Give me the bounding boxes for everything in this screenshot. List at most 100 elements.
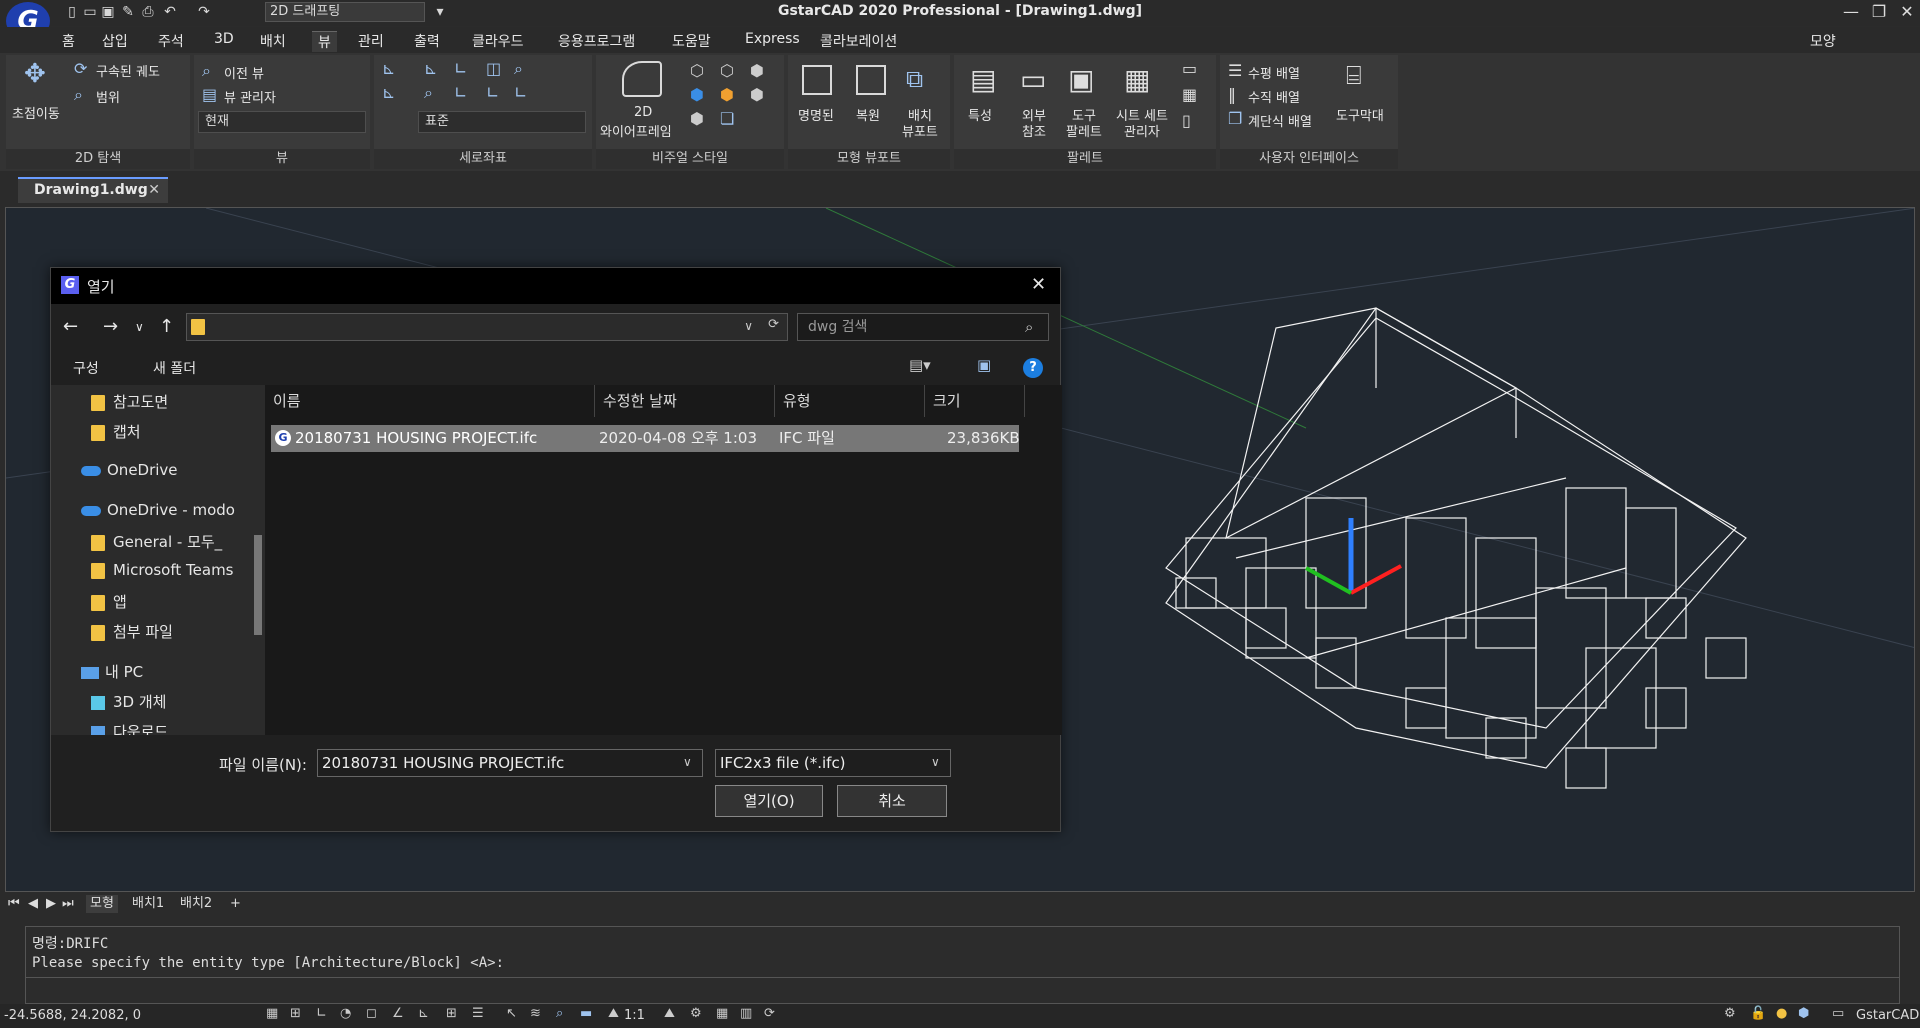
address-dropdown-icon[interactable]: ∨ (744, 319, 753, 333)
previous-view-label[interactable]: 이전 뷰 (224, 63, 264, 82)
nav-item-attachments[interactable]: 첨부 파일 (91, 621, 173, 647)
fullscreen-icon[interactable]: ▭ (1832, 1006, 1844, 1021)
cascade-icon[interactable]: ❐ (1228, 109, 1242, 128)
nav-item-onedrive-modo[interactable]: OneDrive - modo (81, 501, 235, 527)
search-icon[interactable]: ⌕ (1025, 318, 1033, 336)
osnap-icon[interactable]: ◻ (366, 1006, 377, 1021)
preview-pane-icon[interactable]: ▣ (977, 356, 991, 374)
new-folder-button[interactable]: 새 폴더 (153, 358, 196, 378)
nav-item-downloads[interactable]: 다운로드 (91, 721, 168, 735)
calculator-icon[interactable]: ▥ (740, 1006, 752, 1021)
snap-icon[interactable]: ⊞ (290, 1006, 301, 1021)
menu-help[interactable]: 도움말 (672, 31, 711, 51)
close-icon[interactable]: ✕ (1892, 0, 1920, 24)
last-tab-icon[interactable]: ⏭ (62, 895, 74, 913)
layout-viewport-icon[interactable]: ⧉ (906, 65, 923, 93)
column-size[interactable]: 크기 (925, 385, 1025, 417)
style-realistic-icon[interactable]: ⬡ (720, 61, 734, 80)
file-row[interactable]: G 20180731 HOUSING PROJECT.ifc 2020-04-0… (271, 425, 1020, 452)
help-icon[interactable]: ? (1023, 358, 1043, 378)
grid-icon[interactable]: ▦ (266, 1006, 278, 1021)
prev-tab-icon[interactable]: ◀ (28, 895, 38, 913)
nav-item-general[interactable]: General - 모두_ (91, 531, 222, 557)
pan-icon[interactable]: ✥ (24, 59, 46, 89)
ducs-icon[interactable]: ⊾ (418, 1006, 429, 1021)
wireframe-2d-icon[interactable] (622, 61, 662, 97)
add-layout-tab[interactable]: + (230, 895, 241, 913)
tile-horizontal-label[interactable]: 수평 배열 (1248, 63, 1300, 82)
ucs-view-icon[interactable]: ◫ (486, 59, 501, 78)
recent-dropdown-icon[interactable]: ∨ (135, 320, 144, 334)
forward-icon[interactable]: → (103, 316, 118, 337)
dialog-close-icon[interactable]: ✕ (1031, 274, 1046, 295)
workspace-icon[interactable]: ⚙ (690, 1006, 702, 1021)
tile-horizontal-icon[interactable]: ☰ (1228, 61, 1242, 80)
zoom-range-label[interactable]: 범위 (96, 87, 120, 106)
ucs-x-icon[interactable]: ∟ (454, 83, 467, 102)
tool-palette-label-2[interactable]: 팔레트 (1066, 121, 1102, 140)
next-tab-icon[interactable]: ▶ (46, 895, 56, 913)
close-tab-icon[interactable]: ✕ (148, 179, 160, 201)
style-conceptual-icon[interactable]: ⬢ (750, 61, 764, 80)
menu-annotate[interactable]: 주석 (158, 31, 184, 51)
ortho-icon[interactable]: ∟ (316, 1006, 327, 1021)
menu-home[interactable]: 홈 (62, 31, 75, 51)
menu-output[interactable]: 출력 (414, 31, 440, 51)
style-shaded-icon[interactable]: ⬢ (690, 85, 704, 104)
back-icon[interactable]: ← (63, 316, 78, 337)
menu-apps[interactable]: 응용프로그램 (558, 31, 635, 51)
menu-view[interactable]: 뷰 (312, 31, 337, 52)
menu-appearance[interactable]: 모양 (1810, 31, 1836, 51)
settings-icon[interactable]: ⚙ (1724, 1006, 1736, 1021)
address-bar[interactable]: ∨ ⟳ (186, 313, 788, 341)
ucs-face-icon[interactable]: ⊾ (382, 83, 395, 102)
up-folder-icon[interactable]: ↑ (159, 316, 174, 337)
pan-label[interactable]: 초점이동 (12, 103, 60, 122)
polar-icon[interactable]: ◔ (340, 1006, 351, 1021)
menu-insert[interactable]: 삽입 (102, 31, 128, 51)
refresh-icon[interactable]: ⟳ (764, 1006, 775, 1021)
tab-layout1[interactable]: 배치1 (132, 895, 164, 913)
style-hidden-icon[interactable]: ⬡ (690, 61, 704, 80)
named-viewports-label[interactable]: 명명된 (798, 105, 834, 124)
cancel-button[interactable]: 취소 (837, 785, 947, 817)
nav-item-teams[interactable]: Microsoft Teams (91, 561, 234, 587)
annotation-icon[interactable]: ⛰ (608, 1006, 619, 1021)
search-input[interactable]: dwg 검색 (797, 313, 1049, 341)
ucs-origin-icon[interactable]: ∟ (454, 59, 467, 78)
open-button[interactable]: 열기(O) (715, 785, 823, 817)
restore-viewport-icon[interactable] (856, 65, 886, 95)
restore-icon[interactable]: ❐ (1864, 0, 1894, 24)
view-manager-icon[interactable]: ▤ (202, 85, 217, 104)
filename-dropdown-icon[interactable]: ∨ (683, 755, 692, 769)
nav-item-my-pc[interactable]: 내 PC (81, 661, 143, 687)
annotation-visibility-icon[interactable]: ⛰ (664, 1006, 675, 1021)
ucs-z-icon[interactable]: ∟ (514, 83, 527, 102)
zoom-range-icon[interactable]: ⌕ (74, 85, 83, 105)
current-view-combo[interactable]: 현재 (198, 111, 366, 133)
menu-layout[interactable]: 배치 (260, 31, 286, 51)
filetype-dropdown-icon[interactable]: ∨ (931, 755, 940, 769)
lock-icon[interactable]: 🔓 (1750, 1006, 1766, 1021)
layout-viewport-label-2[interactable]: 뷰포트 (902, 121, 938, 140)
otrack-icon[interactable]: ∠ (392, 1006, 404, 1021)
nav-item-3d-objects[interactable]: 3D 개체 (91, 691, 166, 717)
sheet-set-label-2[interactable]: 관리자 (1124, 121, 1160, 140)
command-input[interactable] (26, 977, 1899, 1003)
restore-viewport-label[interactable]: 복원 (856, 105, 880, 124)
tab-layout2[interactable]: 배치2 (180, 895, 212, 913)
named-viewports-icon[interactable] (802, 65, 832, 95)
command-line[interactable]: 명령:DRIFC Please specify the entity type … (25, 926, 1900, 1004)
style-xray-icon[interactable]: ❏ (720, 109, 734, 128)
nav-item-reference[interactable]: 참고도면 (91, 391, 168, 417)
nav-item-apps[interactable]: 앱 (91, 591, 127, 617)
style-shaded-edges-icon[interactable]: ⬢ (720, 85, 734, 104)
column-name[interactable]: 이름 (265, 385, 595, 417)
sheet-set-icon[interactable]: ▦ (1124, 63, 1150, 96)
dyn-icon[interactable]: ⊞ (446, 1006, 457, 1021)
style-sketchy-icon[interactable]: ⬢ (690, 109, 704, 128)
zoom-icon[interactable]: ⌕ (556, 1006, 563, 1021)
column-date[interactable]: 수정한 날짜 (595, 385, 775, 417)
ucs-y-icon[interactable]: ∟ (486, 83, 499, 102)
style-gray-icon[interactable]: ⬢ (750, 85, 764, 104)
